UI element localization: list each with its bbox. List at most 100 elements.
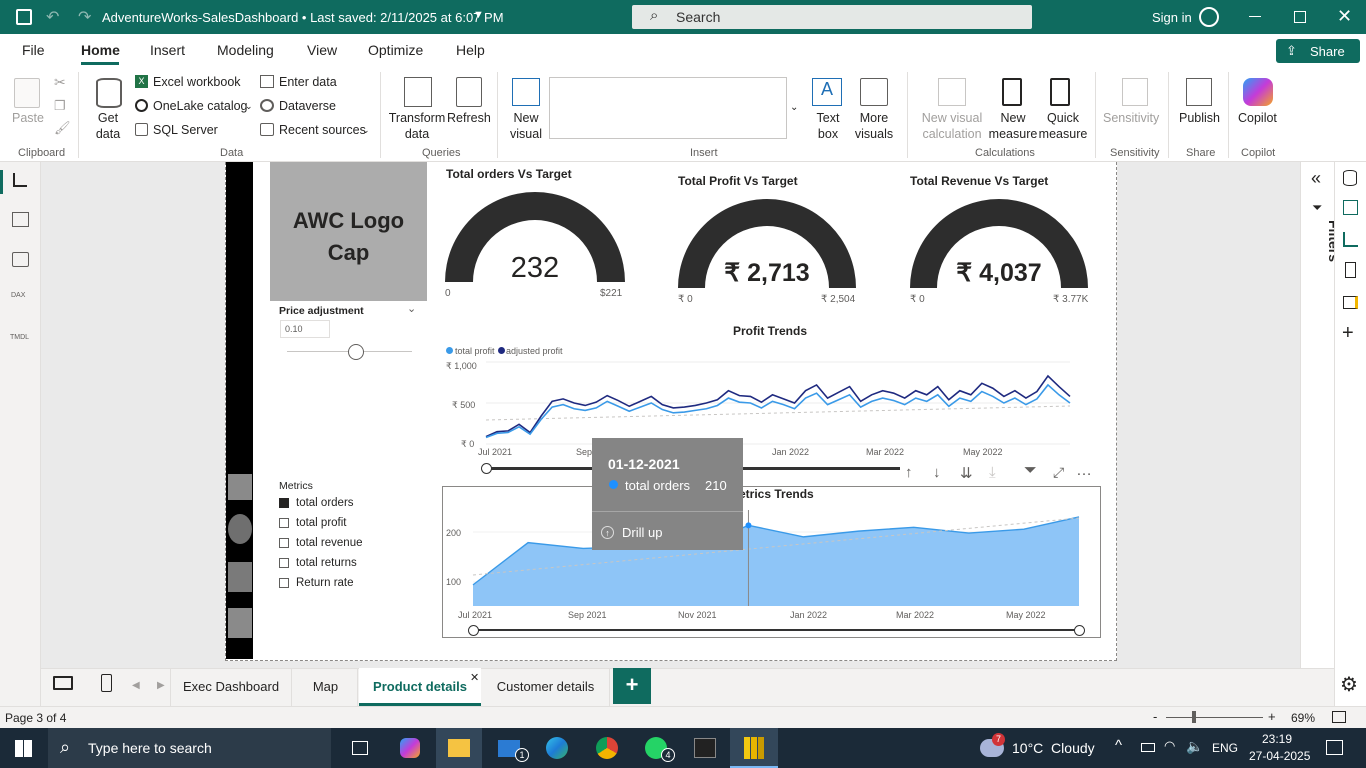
metrics-xtick-sep: Sep 2021	[568, 610, 607, 620]
zoom-out-icon[interactable]: -	[1153, 709, 1157, 724]
mail-badge: 1	[515, 748, 529, 762]
windows-taskbar: ⌕ Type here to search 1 4 7 10°C Cloudy …	[0, 728, 1366, 768]
mobile-layout-icon[interactable]	[101, 674, 112, 692]
metrics-xtick-nov: Nov 2021	[678, 610, 717, 620]
language-indicator[interactable]: ENG	[1212, 741, 1238, 755]
zoom-slider[interactable]	[1166, 717, 1263, 718]
profit-xtick-jan: Jan 2022	[772, 447, 810, 457]
volume-icon[interactable]: 🔈	[1186, 738, 1203, 755]
clock-time[interactable]: 23:19	[1262, 732, 1292, 746]
profit-xtick-sep: Sep	[576, 447, 593, 457]
gauge-value-orders: 232	[510, 252, 560, 284]
profit-xtick-jul: Jul 2021	[478, 447, 513, 457]
metrics-xtick-mar: Mar 2022	[896, 610, 935, 620]
tooltip-date: 01-12-2021	[608, 456, 680, 472]
chart-tooltip: 01-12-2021 total orders 210 ↑ Drill up	[592, 438, 743, 550]
legend-total-profit: total profit	[455, 346, 495, 356]
chrome-icon[interactable]	[596, 737, 618, 759]
show-hidden-icons-icon[interactable]: ^	[1115, 737, 1122, 754]
wifi-icon[interactable]: ◠	[1164, 738, 1175, 754]
tooltip-divider	[592, 511, 743, 512]
gauge-value-profit: ₹ 2,713	[724, 259, 810, 287]
expand-filters-icon[interactable]: «	[1311, 168, 1321, 189]
whatsapp-badge: 4	[661, 748, 675, 762]
more-options-icon[interactable]: …	[1076, 462, 1092, 480]
search-icon: ⌕	[60, 737, 71, 757]
terminal-icon[interactable]	[694, 738, 716, 758]
gauge-min-orders: 0	[445, 288, 451, 299]
zoom-in-icon[interactable]: +	[1268, 709, 1276, 724]
notifications-icon[interactable]	[1326, 740, 1343, 755]
add-pane-icon[interactable]: +	[1342, 322, 1354, 345]
metrics-area	[473, 516, 1079, 606]
bookmark-icon[interactable]	[1345, 262, 1356, 278]
tab-exec-dashboard[interactable]: Exec Dashboard	[170, 668, 292, 706]
copilot-taskbar-icon[interactable]	[400, 738, 420, 758]
fit-to-page-icon[interactable]	[1332, 711, 1346, 723]
metrics-range-track[interactable]	[473, 629, 1079, 631]
zoom-slider-thumb[interactable]	[1192, 711, 1196, 723]
zoom-level[interactable]: 69%	[1291, 711, 1315, 725]
metrics-xtick-may: May 2022	[1006, 610, 1046, 620]
prev-page-icon[interactable]: ◀	[132, 680, 140, 691]
legend-dot-adjusted-profit	[498, 347, 505, 354]
status-bar: Page 3 of 4 - + 69%	[0, 706, 1366, 728]
add-page-button[interactable]: +	[613, 668, 651, 704]
weather-badge: 7	[992, 733, 1005, 746]
expand-all-icon[interactable]: ⤓	[989, 464, 996, 481]
pane-switcher: + ⚙	[1334, 162, 1366, 706]
build-visual-icon[interactable]	[1343, 200, 1358, 215]
battery-icon[interactable]	[1141, 743, 1155, 752]
drill-up-circle-icon[interactable]: ↑	[601, 526, 614, 539]
metrics-hover-point	[745, 522, 752, 529]
file-explorer-glyph	[448, 739, 470, 757]
metrics-range-thumb-right[interactable]	[1074, 625, 1085, 636]
tooltip-value: 210	[705, 478, 727, 493]
data-pane-icon[interactable]	[1343, 170, 1357, 186]
profit-series-adjusted-profit	[485, 374, 1071, 438]
gauge-max-profit: ₹ 2,504	[821, 294, 856, 305]
weather-text[interactable]: 10°C Cloudy	[1012, 740, 1095, 756]
expand-next-level-icon[interactable]: ⇊	[960, 464, 973, 482]
taskbar-search[interactable]: ⌕ Type here to search	[48, 728, 331, 768]
metrics-ytick-200: 200	[446, 528, 462, 538]
filters-pane-collapsed[interactable]: « ⏷ Filters	[1300, 162, 1342, 668]
task-view-icon[interactable]	[352, 741, 368, 755]
tooltip-drill-up[interactable]: Drill up	[622, 525, 662, 540]
tab-customer-details[interactable]: Customer details	[482, 668, 610, 706]
profit-ytick-1000: ₹ 1,000	[446, 361, 477, 371]
profit-ytick-0: ₹ 0	[461, 439, 475, 449]
edge-icon[interactable]	[546, 737, 568, 759]
next-page-icon[interactable]: ▶	[157, 680, 165, 691]
drill-down-icon[interactable]: ↓	[933, 464, 941, 481]
desktop-layout-icon[interactable]	[53, 676, 73, 690]
clock-date[interactable]: 27-04-2025	[1249, 749, 1310, 763]
format-visual-icon[interactable]	[1343, 232, 1358, 247]
profit-range-thumb-left[interactable]	[481, 463, 492, 474]
selection-icon[interactable]	[1343, 296, 1358, 309]
legend-dot-total-profit	[446, 347, 453, 354]
metrics-xtick-jan: Jan 2022	[790, 610, 828, 620]
profit-trends-chart[interactable]	[480, 361, 1080, 448]
close-tab-icon[interactable]: ✕	[470, 671, 479, 684]
metrics-range-thumb-left[interactable]	[468, 625, 479, 636]
settings-icon[interactable]: ⚙	[1340, 672, 1358, 697]
gauge-min-profit: ₹ 0	[678, 294, 693, 305]
profit-xtick-may: May 2022	[963, 447, 1003, 457]
focus-mode-icon[interactable]: ⤢	[1053, 464, 1064, 481]
gauge-max-orders: $221	[600, 288, 623, 299]
drill-up-icon[interactable]: ↑	[905, 464, 913, 481]
visual-header: ↑ ↓ ⇊ ⤓ ⏷ ⤢ …	[900, 462, 1100, 484]
windows-start-icon[interactable]	[15, 740, 32, 757]
metrics-xtick-jul: Jul 2021	[458, 610, 493, 620]
profit-ytick-500: ₹ 500	[452, 400, 476, 410]
legend-adjusted-profit: adjusted profit	[506, 346, 563, 356]
tab-map[interactable]: Map	[294, 668, 358, 706]
filter-icon[interactable]: ⏷	[1024, 462, 1037, 480]
tab-product-details[interactable]: Product details	[359, 668, 481, 706]
metrics-ytick-100: 100	[446, 577, 462, 587]
gauge-min-revenue: ₹ 0	[910, 294, 925, 305]
metrics-trends-chart[interactable]	[472, 510, 1080, 607]
profit-trends-title: Profit Trends	[733, 324, 808, 338]
filter-funnel-icon: ⏷	[1312, 200, 1323, 215]
